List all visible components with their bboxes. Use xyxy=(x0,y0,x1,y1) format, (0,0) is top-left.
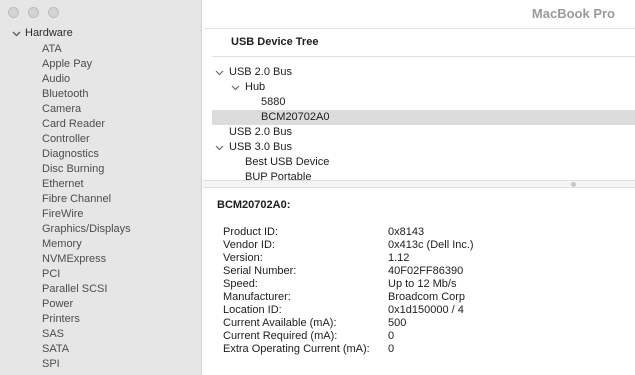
property-key: Location ID: xyxy=(223,304,282,316)
tree-row[interactable]: Best USB Device xyxy=(212,155,635,170)
tree-row[interactable]: Hub xyxy=(212,80,635,95)
sidebar-item[interactable]: Audio xyxy=(42,72,131,87)
property-row: Vendor ID: 0x413c (Dell Inc.) xyxy=(223,239,623,252)
window-title: MacBook Pro xyxy=(531,6,615,21)
property-value: Up to 12 Mb/s xyxy=(388,278,457,290)
sidebar-item[interactable]: Card Reader xyxy=(42,117,131,132)
property-value: 0x413c (Dell Inc.) xyxy=(388,239,474,251)
property-value: 0 xyxy=(388,330,395,342)
system-information-window: Hardware ATA Apple Pay Audio Bluetooth Camer… xyxy=(0,0,635,375)
property-key: Vendor ID: xyxy=(223,239,275,251)
tree-row[interactable]: BCM20702A0 xyxy=(212,110,635,125)
disclosure-chevron-icon[interactable] xyxy=(215,143,224,152)
tree-row-label: USB 3.0 Bus xyxy=(229,141,292,153)
sidebar-item[interactable]: Parallel SCSI xyxy=(42,282,131,297)
sidebar-item[interactable]: Power xyxy=(42,297,131,312)
sidebar-item[interactable]: Memory xyxy=(42,237,131,252)
details-title: BCM20702A0: xyxy=(217,199,291,211)
chevron-down-icon[interactable] xyxy=(12,29,21,38)
minimize-button[interactable] xyxy=(28,7,39,18)
property-key: Current Available (mA): xyxy=(223,317,337,329)
sidebar-item[interactable]: ATA xyxy=(42,42,131,57)
property-value: 0x1d150000 / 4 xyxy=(388,304,464,316)
sidebar-item[interactable]: Graphics/Displays xyxy=(42,222,131,237)
property-value: 1.12 xyxy=(388,252,410,264)
disclosure-chevron-icon[interactable] xyxy=(231,83,240,92)
property-value: Broadcom Corp xyxy=(388,291,466,303)
property-key: Version: xyxy=(223,252,263,264)
sidebar-item[interactable]: Bluetooth xyxy=(42,87,131,102)
sidebar-item[interactable]: Disc Burning xyxy=(42,162,131,177)
property-key: Manufacturer: xyxy=(223,291,291,303)
property-row: Location ID: 0x1d150000 / 4 xyxy=(223,304,623,317)
details-panel: BCM20702A0: Product ID: 0x8143 Vendor ID: 0… xyxy=(203,188,635,375)
sidebar-item[interactable]: Ethernet xyxy=(42,177,131,192)
sidebar-item[interactable]: Apple Pay xyxy=(42,57,131,72)
sidebar-item[interactable]: Camera xyxy=(42,102,131,117)
tree-row[interactable]: USB 3.0 Bus xyxy=(212,140,635,155)
sidebar-item[interactable]: SPI xyxy=(42,357,131,372)
property-row: Version: 1.12 xyxy=(223,252,623,265)
property-value: 0x8143 xyxy=(388,226,425,238)
window-controls xyxy=(8,7,59,18)
sidebar-item[interactable]: NVMExpress xyxy=(42,252,131,267)
property-key: Product ID: xyxy=(223,226,279,238)
property-row: Serial Number: 40F02FF86390 xyxy=(223,265,623,278)
sidebar: Hardware ATA Apple Pay Audio Bluetooth Camer… xyxy=(0,0,202,375)
split-view-divider[interactable] xyxy=(203,180,635,188)
sidebar-list: ATA Apple Pay Audio Bluetooth Camera Card Rea… xyxy=(42,42,131,372)
sidebar-item[interactable]: Controller xyxy=(42,132,131,147)
tree-row-label: USB 2.0 Bus xyxy=(229,126,292,138)
sidebar-item[interactable]: SATA xyxy=(42,342,131,357)
property-row: Current Required (mA): 0 xyxy=(223,330,623,343)
tree-row-label: 5880 xyxy=(261,96,286,108)
sidebar-item[interactable]: FireWire xyxy=(42,207,131,222)
sidebar-item[interactable]: Fibre Channel xyxy=(42,192,131,207)
property-row: Product ID: 0x8143 xyxy=(223,226,623,239)
tree-header: USB Device Tree xyxy=(231,36,319,48)
sidebar-item[interactable]: PCI xyxy=(42,267,131,282)
sidebar-section-hardware[interactable]: Hardware xyxy=(12,27,73,39)
sidebar-item[interactable]: SAS xyxy=(42,327,131,342)
usb-tree: USB 2.0 Bus Hub 5880 BCM20702A0 USB 2.0 Bus U… xyxy=(212,65,635,181)
usb-tree-panel: USB Device Tree USB 2.0 Bus Hub 5880 BCM207… xyxy=(203,28,635,181)
property-row: Extra Operating Current (mA): 0 xyxy=(223,343,623,356)
sidebar-item[interactable]: Printers xyxy=(42,312,131,327)
tree-row-label: USB 2.0 Bus xyxy=(229,66,292,78)
property-key: Current Required (mA): xyxy=(223,330,338,342)
property-value: 500 xyxy=(388,317,407,329)
divider xyxy=(212,56,635,57)
tree-row[interactable]: 5880 xyxy=(212,95,635,110)
property-list: Product ID: 0x8143 Vendor ID: 0x413c (Dell … xyxy=(223,226,623,356)
tree-row-label: BCM20702A0 xyxy=(261,111,330,123)
property-key: Extra Operating Current (mA): xyxy=(223,343,370,355)
tree-row-label: Hub xyxy=(245,81,266,93)
property-value: 0 xyxy=(388,343,395,355)
property-value: 40F02FF86390 xyxy=(388,265,464,277)
sidebar-section-label: Hardware xyxy=(25,27,73,39)
zoom-button[interactable] xyxy=(48,7,59,18)
tree-row[interactable]: USB 2.0 Bus xyxy=(212,65,635,80)
sidebar-item[interactable]: Diagnostics xyxy=(42,147,131,162)
property-row: Speed: Up to 12 Mb/s xyxy=(223,278,623,291)
divider-grip-icon[interactable] xyxy=(571,182,576,187)
property-row: Manufacturer: Broadcom Corp xyxy=(223,291,623,304)
property-key: Speed: xyxy=(223,278,258,290)
close-button[interactable] xyxy=(8,7,19,18)
disclosure-chevron-icon[interactable] xyxy=(215,68,224,77)
tree-row-label: Best USB Device xyxy=(245,156,330,168)
property-key: Serial Number: xyxy=(223,265,297,277)
property-row: Current Available (mA): 500 xyxy=(223,317,623,330)
tree-row[interactable]: USB 2.0 Bus xyxy=(212,125,635,140)
